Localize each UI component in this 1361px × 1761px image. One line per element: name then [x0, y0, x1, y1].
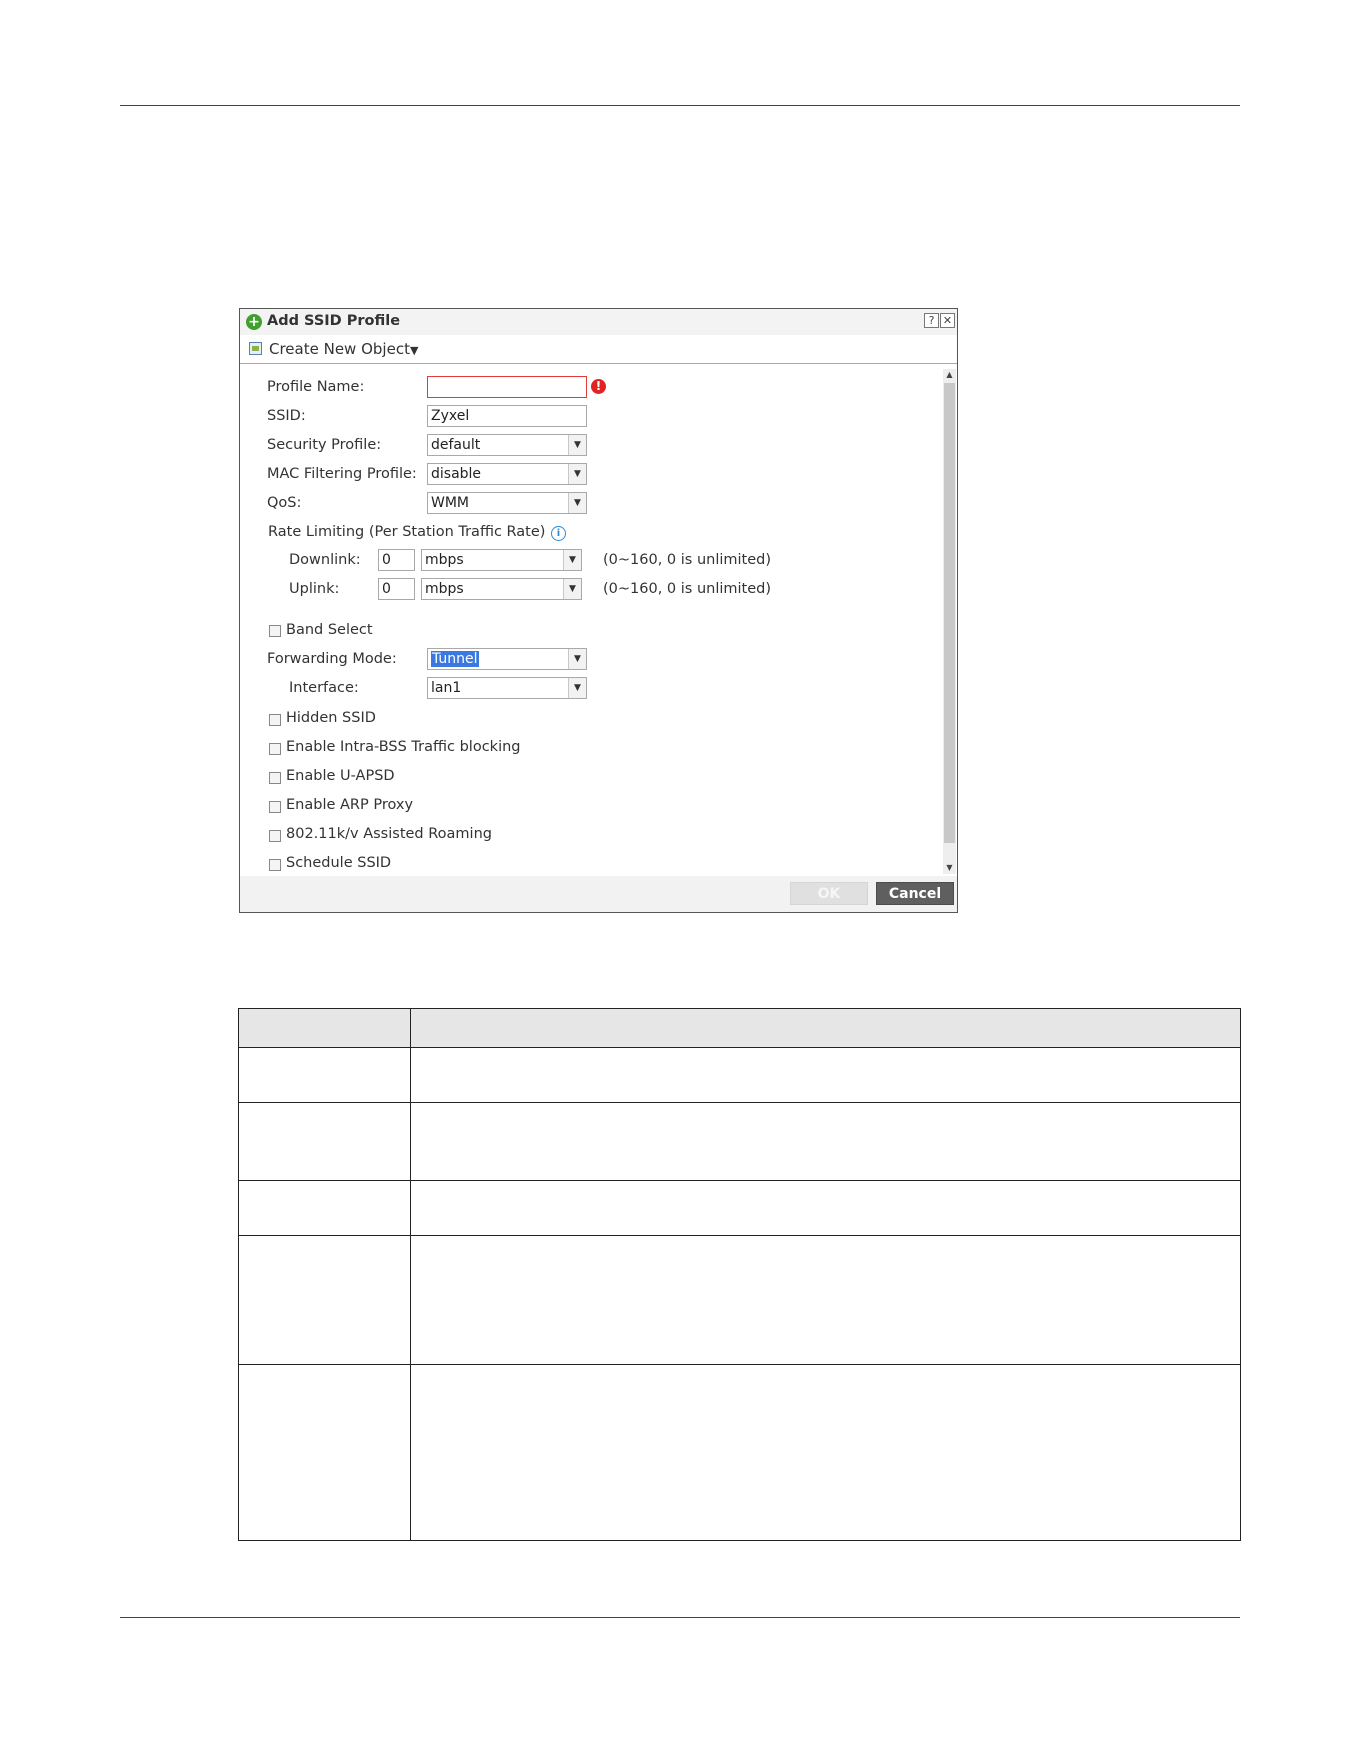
table-cell [410, 1235, 1241, 1365]
mac-filtering-value: disable [431, 466, 482, 482]
interface-label: Interface: [289, 680, 359, 696]
table-header-cell [410, 1008, 1241, 1048]
assisted-roaming-label: 802.11k/v Assisted Roaming [286, 826, 492, 842]
chevron-down-icon[interactable]: ▼ [563, 550, 581, 570]
scroll-up-arrow-icon[interactable]: ▲ [943, 369, 956, 381]
table-row [238, 1047, 1241, 1103]
downlink-input[interactable] [378, 549, 415, 571]
table-cell [238, 1102, 411, 1181]
mac-filtering-label: MAC Filtering Profile: [267, 466, 417, 482]
uplink-unit-select[interactable]: mbps ▼ [421, 578, 582, 600]
dialog-title-bar: + Add SSID Profile ? ✕ [240, 309, 957, 335]
ssid-label: SSID: [267, 408, 306, 424]
profile-name-input[interactable] [427, 376, 587, 398]
scroll-down-arrow-icon[interactable]: ▼ [943, 862, 956, 874]
security-profile-label: Security Profile: [267, 437, 382, 453]
security-profile-value: default [431, 437, 481, 453]
qos-value: WMM [431, 495, 470, 511]
hidden-ssid-checkbox[interactable] [269, 714, 281, 726]
uplink-hint: (0~160, 0 is unlimited) [603, 581, 772, 597]
forwarding-mode-label: Forwarding Mode: [267, 651, 397, 667]
chevron-down-icon[interactable]: ▼ [563, 579, 581, 599]
interface-select[interactable]: lan1 ▼ [427, 677, 587, 699]
vertical-scrollbar[interactable]: ▲ ▼ [943, 369, 956, 874]
uplink-input[interactable] [378, 578, 415, 600]
chevron-down-icon[interactable]: ▼ [568, 464, 586, 484]
create-new-object-label: Create New Object [269, 340, 410, 358]
page-header-rule [120, 105, 1240, 106]
cancel-button[interactable]: Cancel [876, 882, 954, 905]
table-cell [238, 1235, 411, 1365]
help-icon[interactable]: ? [924, 313, 939, 328]
mac-filtering-select[interactable]: disable ▼ [427, 463, 587, 485]
table-cell [410, 1180, 1241, 1236]
profile-name-label: Profile Name: [267, 379, 365, 395]
table-row [238, 1180, 1241, 1236]
table-header-row [238, 1008, 1241, 1048]
table-row [238, 1364, 1241, 1541]
hidden-ssid-label: Hidden SSID [286, 710, 376, 726]
downlink-unit-value: mbps [425, 552, 464, 568]
uplink-unit-value: mbps [425, 581, 464, 597]
chevron-down-icon[interactable]: ▼ [568, 649, 586, 669]
chevron-down-icon[interactable]: ▼ [568, 493, 586, 513]
create-new-object-menu[interactable]: Create New Object▼ [269, 340, 418, 358]
table-cell [238, 1180, 411, 1236]
qos-select[interactable]: WMM ▼ [427, 492, 587, 514]
assisted-roaming-checkbox[interactable] [269, 830, 281, 842]
arp-proxy-checkbox[interactable] [269, 801, 281, 813]
table-cell [238, 1364, 411, 1541]
table-cell [410, 1102, 1241, 1181]
intra-bss-label: Enable Intra-BSS Traffic blocking [286, 739, 521, 755]
dialog-toolbar: Create New Object▼ [240, 335, 957, 364]
forwarding-mode-value: Tunnel [431, 651, 479, 667]
rate-limiting-label: Rate Limiting (Per Station Traffic Rate) [268, 524, 546, 540]
intra-bss-checkbox[interactable] [269, 743, 281, 755]
forwarding-mode-select[interactable]: Tunnel ▼ [427, 648, 587, 670]
band-select-label: Band Select [286, 622, 373, 638]
description-table [238, 1008, 1241, 1541]
error-icon: ! [591, 379, 606, 394]
qos-label: QoS: [267, 495, 302, 511]
table-header-cell [238, 1008, 411, 1048]
chevron-down-icon[interactable]: ▼ [568, 678, 586, 698]
arp-proxy-label: Enable ARP Proxy [286, 797, 414, 813]
table-cell [410, 1364, 1241, 1541]
info-icon[interactable]: i [551, 526, 566, 541]
security-profile-select[interactable]: default ▼ [427, 434, 587, 456]
object-icon [249, 342, 262, 355]
caret-down-icon: ▼ [409, 344, 419, 357]
dialog-title: Add SSID Profile [267, 313, 401, 329]
table-cell [238, 1047, 411, 1103]
close-icon[interactable]: ✕ [940, 313, 955, 328]
schedule-ssid-label: Schedule SSID [286, 855, 392, 871]
band-select-checkbox[interactable] [269, 625, 281, 637]
uapsd-label: Enable U-APSD [286, 768, 395, 784]
dialog-footer: OK Cancel [240, 876, 957, 912]
schedule-ssid-checkbox[interactable] [269, 859, 281, 871]
downlink-hint: (0~160, 0 is unlimited) [603, 552, 772, 568]
uapsd-checkbox[interactable] [269, 772, 281, 784]
ssid-input[interactable] [427, 405, 587, 427]
interface-value: lan1 [431, 680, 462, 696]
ok-button[interactable]: OK [790, 882, 868, 905]
table-row [238, 1235, 1241, 1365]
downlink-label: Downlink: [289, 552, 361, 568]
add-ssid-profile-dialog: + Add SSID Profile ? ✕ Create New Object… [239, 308, 958, 913]
uplink-label: Uplink: [289, 581, 340, 597]
table-row [238, 1102, 1241, 1181]
chevron-down-icon[interactable]: ▼ [568, 435, 586, 455]
table-cell [410, 1047, 1241, 1103]
add-icon: + [246, 314, 262, 330]
downlink-unit-select[interactable]: mbps ▼ [421, 549, 582, 571]
scrollbar-thumb[interactable] [944, 383, 955, 843]
page-footer-rule [120, 1617, 1240, 1618]
